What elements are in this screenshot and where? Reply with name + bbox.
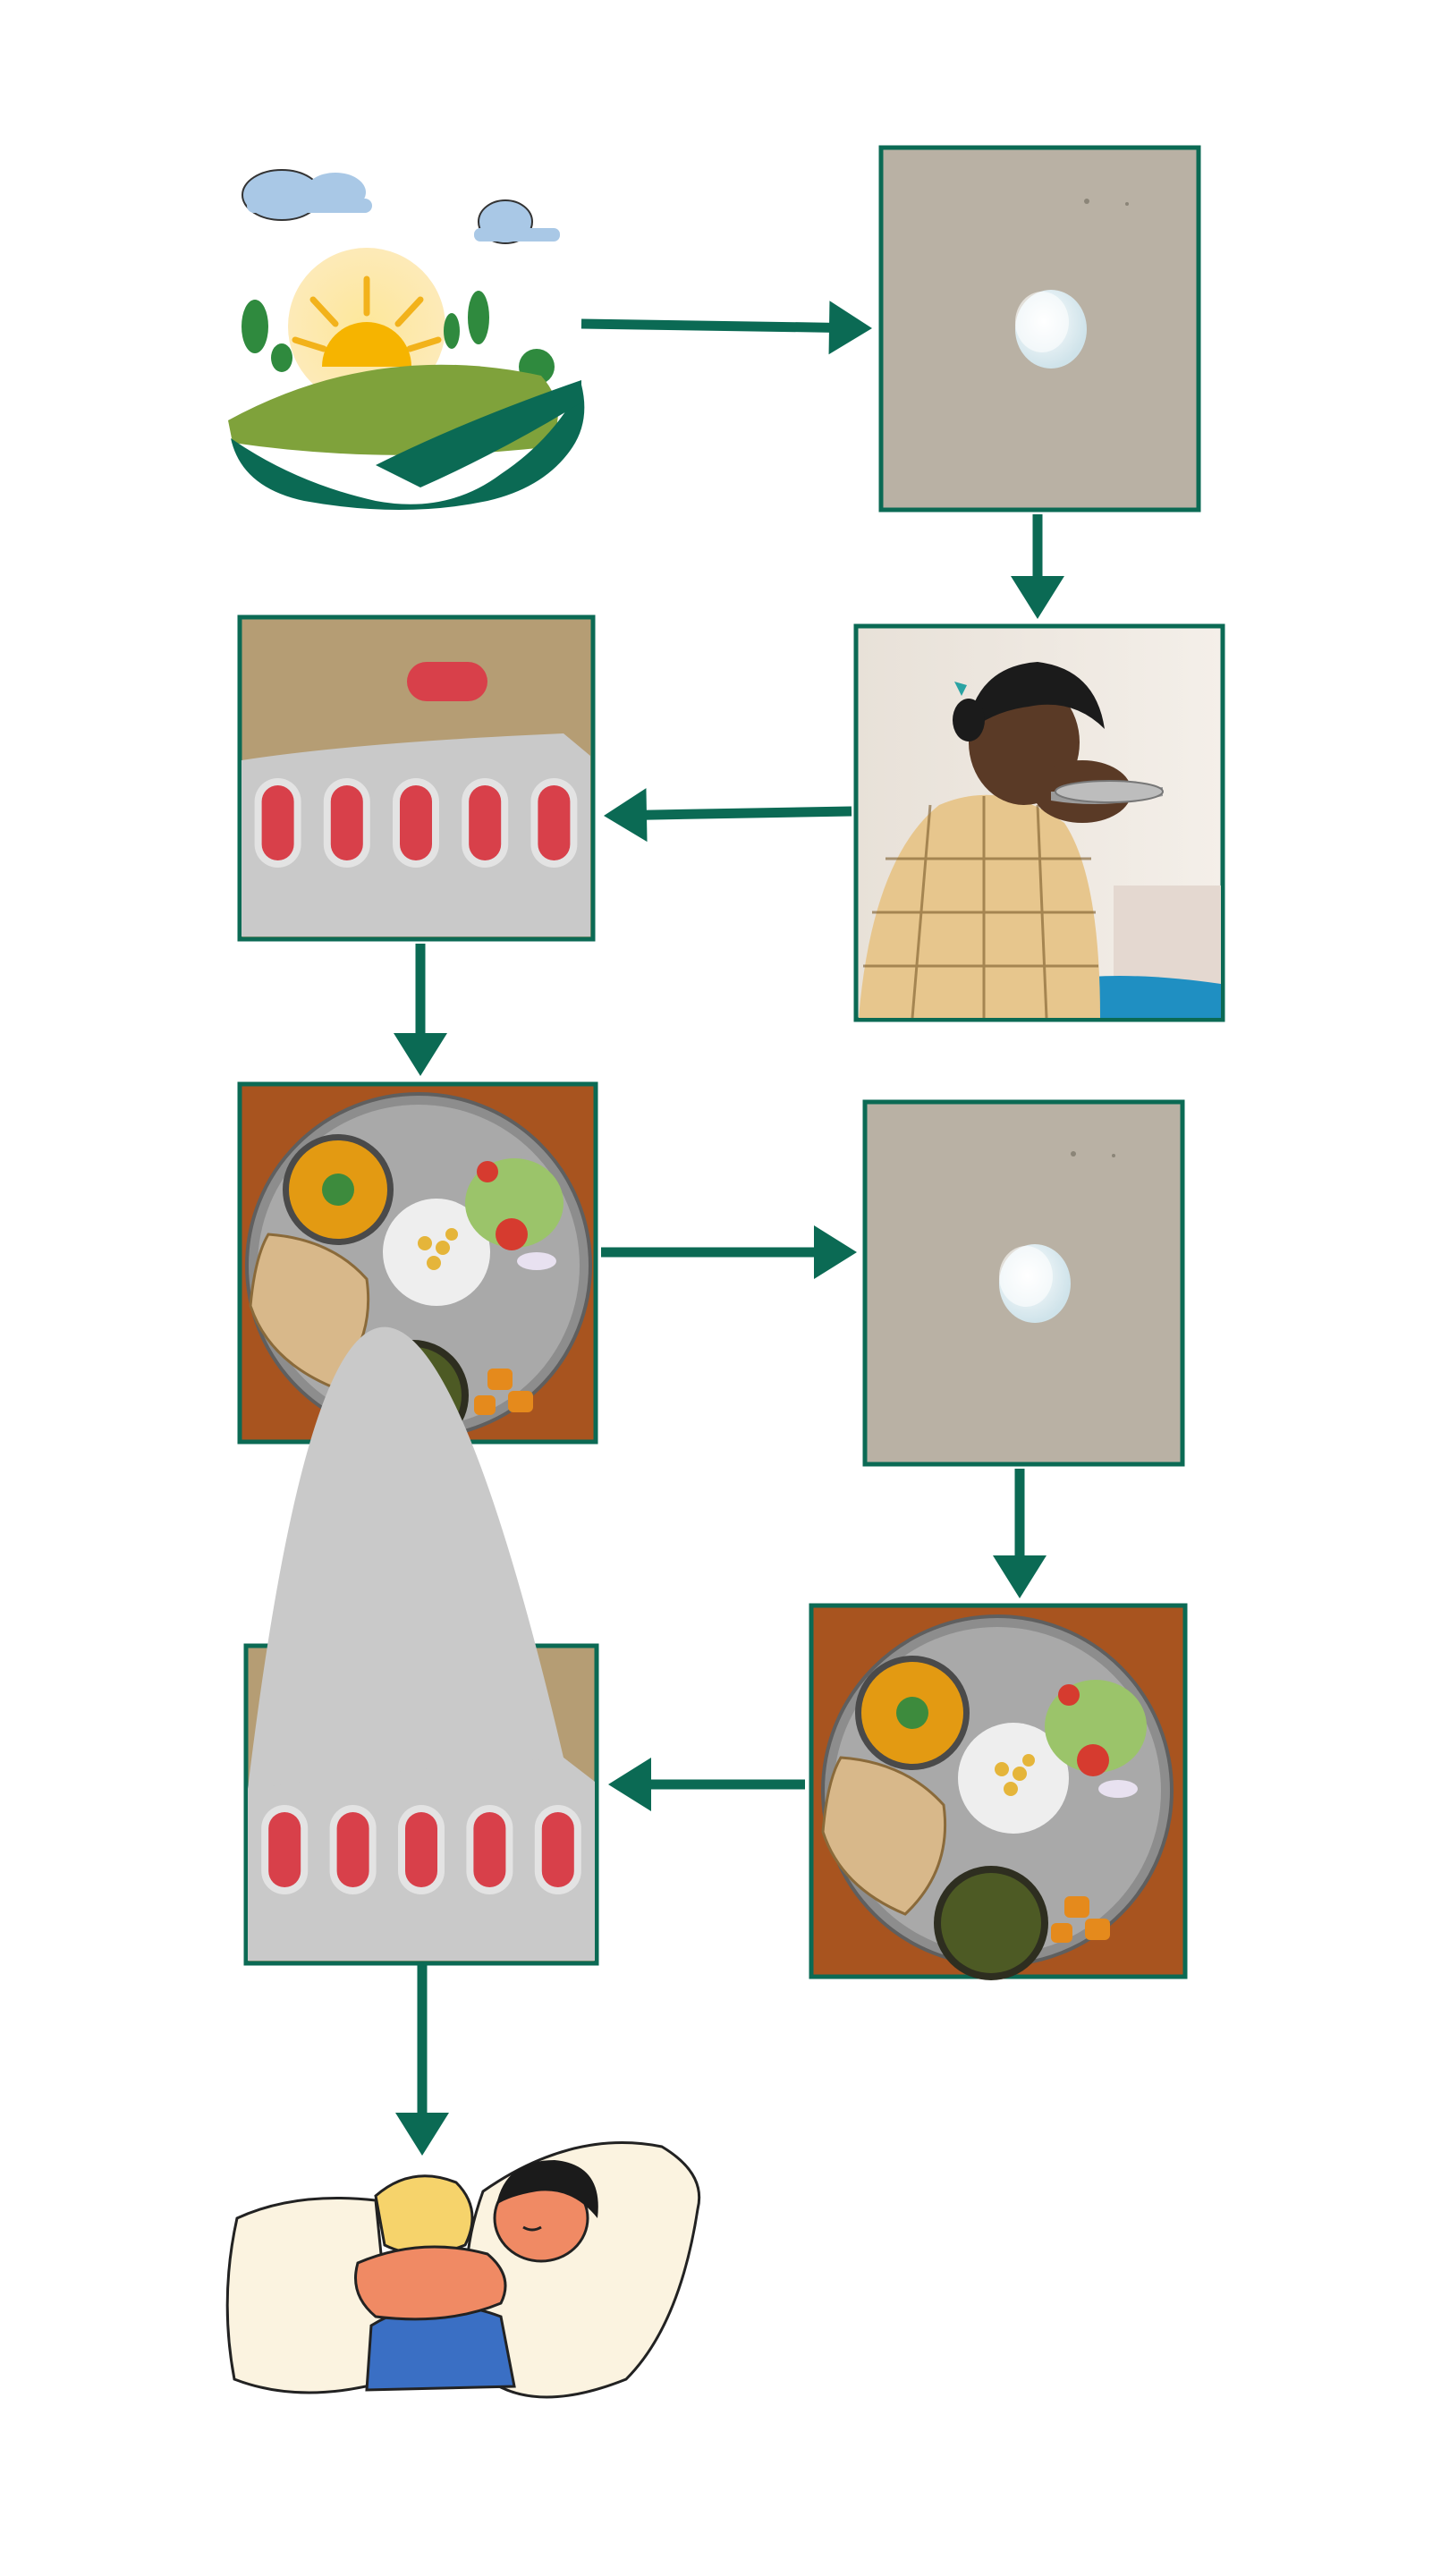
red-pill-icon: [268, 1812, 301, 1887]
arrowhead-right-icon: [828, 301, 872, 355]
arrowhead-down-icon: [1011, 576, 1064, 619]
flow-diagram: [225, 145, 1225, 2399]
arrowhead-down-icon: [993, 1555, 1046, 1598]
arrowhead-down-icon: [394, 1033, 447, 1076]
red-pill-icon: [330, 785, 363, 860]
arrowhead-down-icon: [395, 2113, 449, 2156]
sleeping-person-illustration: [225, 2141, 701, 2399]
red-pill-icon: [407, 662, 487, 701]
white-tablet-photo: [862, 1099, 1185, 1467]
red-pill-icon: [336, 1812, 369, 1887]
arrow-woman-drinking-to-red-pills-1: [642, 806, 852, 820]
arrowhead-right-icon: [814, 1225, 857, 1279]
arrow-sunrise-to-white-tablet-1: [580, 318, 834, 333]
red-pill-blister-photo: [237, 614, 596, 942]
red-pill-icon: [469, 785, 502, 860]
red-pill-icon: [405, 1812, 437, 1887]
arm-icon: [354, 2245, 507, 2321]
red-pill-icon: [261, 785, 294, 860]
bowl-icon: [1055, 780, 1164, 803]
arrowhead-left-icon: [608, 1758, 651, 1811]
red-pill-icon: [541, 1812, 574, 1887]
red-pill-icon: [400, 785, 432, 860]
sunrise-illustration: [228, 169, 585, 510]
cloud-icon: [242, 169, 372, 221]
red-pill-icon: [473, 1812, 506, 1887]
white-tablet-photo: [878, 145, 1201, 513]
meal-thali-photo: [809, 1603, 1188, 1980]
cloud-icon: [474, 199, 560, 244]
red-pill-icon: [538, 785, 571, 860]
woman-drinking-photo: [853, 623, 1225, 1022]
arrowhead-left-icon: [604, 788, 648, 843]
greens-bowl-icon: [941, 1873, 1041, 1973]
